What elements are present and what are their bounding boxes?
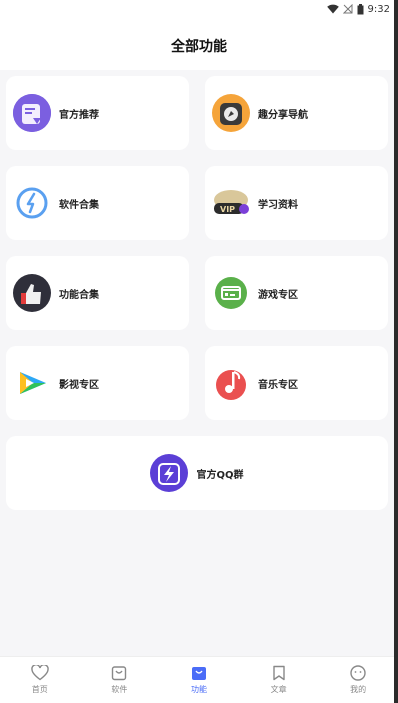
- header: 全部功能: [0, 18, 398, 70]
- card-label: 功能合集: [59, 289, 99, 301]
- tab-label: 我的: [350, 685, 367, 694]
- card-game-zone[interactable]: 游戏专区: [205, 256, 388, 330]
- card-function-collection[interactable]: 功能合集: [6, 256, 189, 330]
- wifi-icon: [326, 4, 339, 14]
- no-signal-icon: [342, 4, 353, 14]
- compass-icon: [212, 94, 250, 132]
- bag-filled-icon: [191, 667, 206, 680]
- video-play-icon: [13, 364, 51, 402]
- tab-mine[interactable]: 我的: [318, 657, 398, 703]
- card-label: 软件合集: [59, 199, 99, 211]
- card-study-materials[interactable]: VIP 学习资料: [205, 166, 388, 240]
- lightning-icon: [150, 454, 189, 492]
- tab-home[interactable]: 首页: [0, 657, 80, 703]
- card-label: 学习资料: [258, 199, 298, 211]
- vip-icon: VIP: [212, 184, 250, 222]
- card-official-qq-group[interactable]: 官方QQ群: [6, 436, 388, 510]
- thumbs-up-icon: [13, 274, 51, 312]
- card-label: 游戏专区: [258, 289, 298, 301]
- svg-text:VIP: VIP: [220, 205, 235, 214]
- card-fun-share-nav[interactable]: 趣分享导航: [205, 76, 388, 150]
- official-recommend-icon: [13, 94, 51, 132]
- software-icon: [13, 184, 51, 222]
- game-icon: [212, 274, 250, 312]
- card-label: 影视专区: [59, 379, 99, 391]
- card-software-collection[interactable]: 软件合集: [6, 166, 189, 240]
- tab-articles[interactable]: 文章: [239, 657, 319, 703]
- tab-function[interactable]: 功能: [159, 657, 239, 703]
- card-official-recommend[interactable]: 官方推荐: [6, 76, 189, 150]
- card-label: 音乐专区: [258, 379, 298, 391]
- smiley-icon: [350, 665, 366, 681]
- card-label: 官方QQ群: [196, 469, 244, 481]
- page-title: 全部功能: [171, 39, 227, 55]
- bag-icon: [112, 666, 127, 681]
- music-note-icon: [212, 364, 250, 402]
- tab-label: 文章: [270, 685, 287, 694]
- bottom-tab-bar: 首页 软件 功能 文章 我的: [0, 656, 398, 703]
- card-label: 趣分享导航: [258, 109, 308, 121]
- tab-label: 软件: [111, 685, 128, 694]
- bookmark-icon: [272, 665, 285, 681]
- card-label: 官方推荐: [59, 109, 99, 121]
- tab-software[interactable]: 软件: [80, 657, 160, 703]
- screen-edge: [394, 0, 398, 703]
- card-video-zone[interactable]: 影视专区: [6, 346, 189, 420]
- tab-label: 首页: [31, 685, 48, 694]
- battery-icon: [357, 3, 364, 14]
- heart-icon: [31, 665, 49, 681]
- card-music-zone[interactable]: 音乐专区: [205, 346, 388, 420]
- tab-label: 功能: [190, 685, 207, 694]
- status-time: 9:32: [367, 3, 390, 15]
- status-bar: 9:32: [0, 0, 398, 18]
